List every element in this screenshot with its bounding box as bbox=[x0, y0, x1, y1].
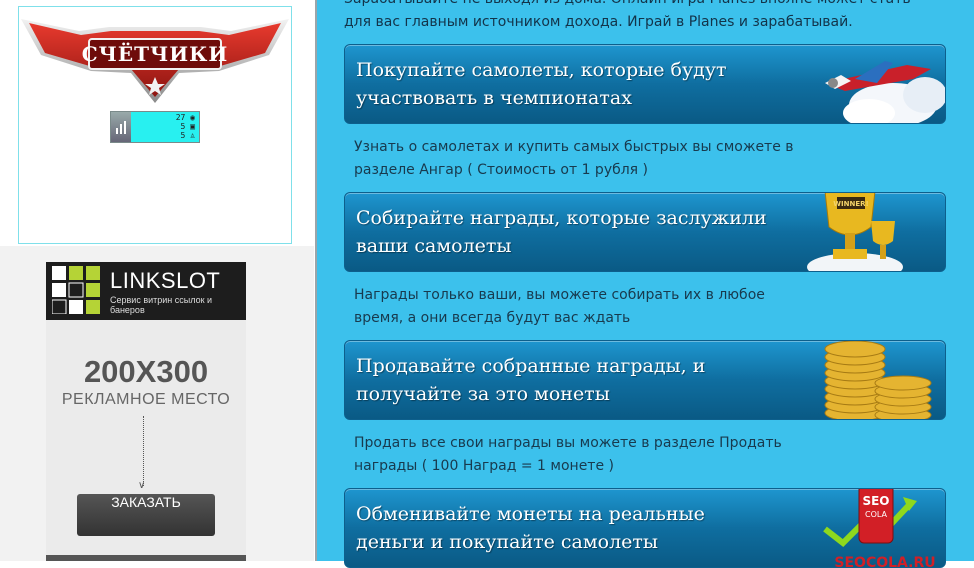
card-description: Награды только ваши, вы можете собирать … bbox=[354, 287, 765, 326]
intro-line: Зарабатывайте не выходя из дома. Онлайн … bbox=[344, 0, 944, 11]
counter-hosts: 5 bbox=[180, 122, 186, 131]
seocola-sub: COLA bbox=[865, 510, 888, 519]
left-sidebar: СЧЁТЧИКИ 27 ◉ 5 ▣ 5 ♙ LINKSLOT Сервис ви… bbox=[0, 0, 314, 561]
card-exchange-coins[interactable]: Обменивайте монеты на реальные деньги и … bbox=[344, 488, 946, 568]
counter-chart-icon bbox=[111, 112, 131, 142]
ad-header: LINKSLOT Сервис витрин ссылок и банеров bbox=[46, 262, 246, 320]
visit-counter[interactable]: 27 ◉ 5 ▣ 5 ♙ bbox=[110, 111, 200, 143]
card-buy-planes[interactable]: Покупайте самолеты, которые будут участв… bbox=[344, 44, 946, 124]
ad-dotted-line bbox=[143, 416, 144, 486]
arrow-down-icon: ∨ bbox=[138, 480, 146, 491]
order-button[interactable]: ЗАКАЗАТЬ bbox=[77, 494, 215, 536]
seocola-icon: SEO COLA SEOCOLA.RU bbox=[823, 489, 936, 568]
card-title: Покупайте самолеты, которые будут участв… bbox=[356, 59, 727, 109]
card-title: Собирайте награды, которые заслужили ваш… bbox=[356, 207, 767, 257]
eye-icon: ◉ bbox=[190, 113, 195, 122]
counter-online: 5 bbox=[180, 131, 186, 140]
ad-tagline: Сервис витрин ссылок и банеров bbox=[110, 295, 213, 315]
linkslot-ad-banner[interactable]: LINKSLOT Сервис витрин ссылок и банеров … bbox=[46, 262, 246, 561]
trophy-icon: WINNER! bbox=[807, 193, 903, 271]
ad-brand: LINKSLOT bbox=[110, 268, 221, 293]
counters-panel: СЧЁТЧИКИ 27 ◉ 5 ▣ 5 ♙ bbox=[18, 6, 292, 244]
card-collect-awards[interactable]: Собирайте награды, которые заслужили ваш… bbox=[344, 192, 946, 272]
ad-caption: РЕКЛАМНОЕ МЕСТО bbox=[61, 391, 231, 408]
seocola-brand: SEO bbox=[862, 494, 889, 508]
intro-text: Зарабатывайте не выходя из дома. Онлайн … bbox=[344, 0, 944, 34]
counters-logo[interactable]: СЧЁТЧИКИ bbox=[19, 11, 291, 111]
card-title: Обменивайте монеты на реальные деньги и … bbox=[356, 503, 705, 553]
ad-size: 200X300 bbox=[83, 354, 209, 389]
linkslot-logo-icon bbox=[52, 266, 100, 314]
counters-logo-text: СЧЁТЧИКИ bbox=[82, 42, 229, 66]
counter-views: 27 bbox=[175, 113, 186, 122]
card-description: Продать все свои награды вы можете в раз… bbox=[354, 435, 782, 474]
card-sell-awards[interactable]: Продавайте собранные награды, и получайт… bbox=[344, 340, 946, 420]
person-icon: ♙ bbox=[190, 131, 195, 140]
seocola-url: SEOCOLA.RU bbox=[834, 555, 935, 568]
ad-bottom-bar bbox=[46, 555, 246, 561]
card-title: Продавайте собранные награды, и получайт… bbox=[356, 355, 706, 405]
svg-text:WINNER!: WINNER! bbox=[833, 200, 868, 208]
coins-icon bbox=[824, 341, 932, 419]
intro-line: для вас главным источником дохода. Играй… bbox=[344, 14, 853, 30]
main-content: Зарабатывайте не выходя из дома. Онлайн … bbox=[315, 0, 974, 568]
card-description: Узнать о самолетах и купить самых быстры… bbox=[354, 139, 794, 178]
host-icon: ▣ bbox=[190, 122, 195, 131]
airplane-icon bbox=[825, 61, 945, 123]
